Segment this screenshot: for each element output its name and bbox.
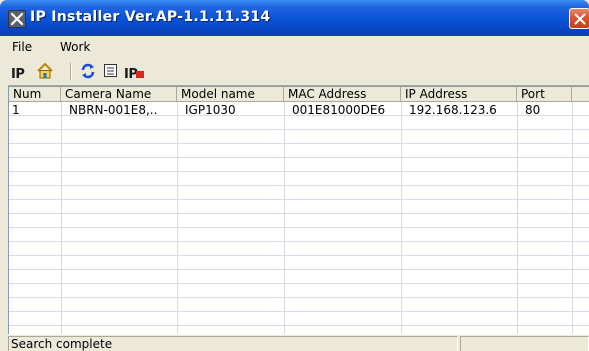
grid-row-line [9,130,589,144]
app-window: IP Installer Ver.AP-1.1.11.314 File Work… [0,0,589,351]
menu-file[interactable]: File [12,40,32,54]
grid-row-line [9,116,589,130]
grid-row-line [9,158,589,172]
window-left-frame [0,85,8,351]
window-title: IP Installer Ver.AP-1.1.11.314 [30,9,271,25]
close-button[interactable] [569,8,589,29]
ip-icon[interactable]: IP [11,63,25,82]
status-text: Search complete [8,336,458,351]
title-bar[interactable]: IP Installer Ver.AP-1.1.11.314 [0,0,589,36]
cell-port: 80 [525,103,541,117]
grid-row-line [9,228,589,242]
menu-work[interactable]: Work [60,40,90,54]
menu-bar: File Work [0,36,589,59]
ip-red-icon[interactable]: IP [124,63,148,82]
grid-row-line [9,214,589,228]
list-icon[interactable] [103,63,119,82]
cell-mac-address: 001E81000DE6 [292,103,386,117]
column-header-port[interactable]: Port [517,87,572,102]
cell-ip-address: 192.168.123.6 [409,103,497,117]
column-header-filler [572,87,589,102]
grid-row-line [9,242,589,256]
toolbar: IP IP [0,58,589,86]
grid-row-line [9,312,589,326]
grid-row-line [9,284,589,298]
toolbar-separator [70,63,72,80]
camera-list[interactable]: Num Camera Name Model name MAC Address I… [8,86,589,335]
grid-row-line [9,200,589,214]
cell-num: 1 [12,103,20,117]
grid-row-line [9,172,589,186]
column-header-model-name[interactable]: Model name [177,87,284,102]
column-header-mac-address[interactable]: MAC Address [284,87,401,102]
column-header-num[interactable]: Num [9,87,61,102]
home-icon[interactable] [36,62,54,81]
grid-row-line [9,298,589,312]
cell-model-name: IGP1030 [185,103,236,117]
refresh-icon[interactable] [79,62,97,81]
ip-label: IP [11,67,25,82]
status-bar: Search complete [8,334,589,351]
app-icon [8,10,26,28]
grid-row-line [9,270,589,284]
grid-row-line [9,256,589,270]
ip-red-marker [136,71,144,78]
column-header-ip-address[interactable]: IP Address [401,87,517,102]
cell-camera-name: NBRN-001E8,.. [69,103,158,117]
grid-row-line [9,186,589,200]
status-pane-secondary [460,336,589,351]
close-icon [574,13,586,25]
grid-row-line [9,144,589,158]
column-header-camera-name[interactable]: Camera Name [61,87,177,102]
